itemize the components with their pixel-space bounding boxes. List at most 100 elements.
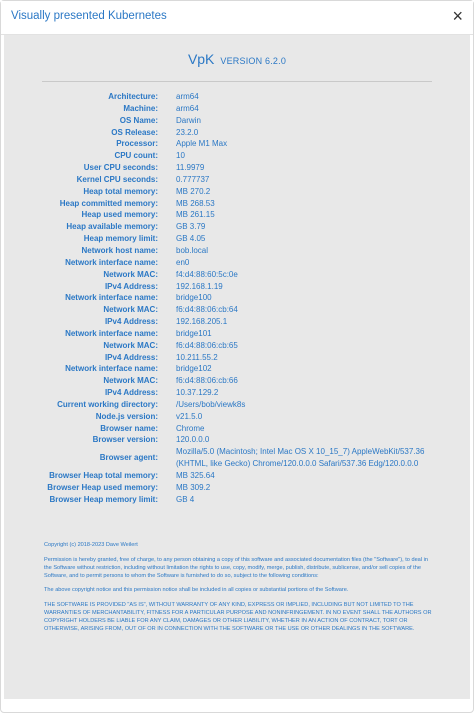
copyright-line: Copyright (c) 2018-2023 Dave Weilert	[44, 542, 138, 548]
info-row: Network MAC: f6:d4:88:06:cb:65	[4, 340, 470, 352]
info-value: bridge100	[176, 293, 212, 303]
notice-paragraph: The above copyright notice and this perm…	[44, 587, 349, 594]
info-label: Current working directory:	[57, 399, 158, 409]
info-row: CPU count: 10	[4, 150, 470, 162]
info-label: Network MAC:	[103, 376, 158, 386]
app-header: VpK VERSION 6.2.0	[4, 51, 470, 69]
info-value: MB 270.2	[176, 186, 211, 196]
app-version: VERSION 6.2.0	[220, 56, 287, 66]
info-value: Apple M1 Max	[176, 139, 228, 149]
info-label: Heap committed memory:	[59, 198, 158, 208]
info-row: OS Name: Darwin	[4, 115, 470, 127]
info-label: IPv4 Address:	[104, 388, 158, 398]
info-value: v21.5.0	[176, 411, 203, 421]
info-row: Network interface name: bridge102	[4, 363, 470, 375]
info-value: 120.0.0.0	[176, 435, 210, 445]
info-row: Heap memory limit: GB 4.05	[4, 233, 470, 245]
info-value: /Users/bob/viewk8s	[176, 399, 246, 409]
info-row: Network interface name: bridge101	[4, 328, 470, 340]
info-value: f4:d4:88:60:5c:0e	[176, 269, 238, 279]
info-label: IPv4 Address:	[104, 352, 158, 362]
info-label: Node.js version:	[95, 411, 158, 421]
info-value: arm64	[176, 103, 199, 113]
info-value: MB 268.53	[176, 198, 215, 208]
info-value: bridge102	[176, 364, 212, 374]
info-label: IPv4 Address:	[104, 317, 158, 327]
info-label: Browser Heap used memory:	[47, 482, 158, 492]
info-row: Browser name: Chrome	[4, 423, 470, 435]
info-label: Network MAC:	[103, 305, 158, 315]
info-row: Network MAC: f6:d4:88:06:cb:66	[4, 375, 470, 387]
info-label: Heap total memory:	[83, 186, 158, 196]
app-name: VpK	[187, 51, 215, 67]
info-label: IPv4 Address:	[104, 281, 158, 291]
info-value: MB 309.2	[176, 482, 211, 492]
header-divider	[42, 81, 432, 82]
info-value: f6:d4:88:06:cb:66	[176, 376, 238, 386]
info-value: f6:d4:88:06:cb:64	[176, 305, 238, 315]
info-value: 10	[176, 151, 185, 161]
info-value: MB 261.15	[176, 210, 215, 220]
info-row: Current working directory: /Users/bob/vie…	[4, 399, 470, 411]
info-label: Heap used memory:	[81, 210, 158, 220]
close-icon[interactable]: ×	[452, 7, 463, 25]
info-label: Heap memory limit:	[83, 234, 158, 244]
info-label: Network host name:	[81, 245, 158, 255]
warranty-paragraph: THE SOFTWARE IS PROVIDED "AS IS", WITHOU…	[44, 601, 432, 633]
info-label: Processor:	[116, 139, 158, 149]
info-row: IPv4 Address: 192.168.205.1	[4, 316, 470, 328]
info-label: Network interface name:	[65, 257, 158, 267]
info-row: Network MAC: f4:d4:88:60:5c:0e	[4, 269, 470, 281]
info-label: OS Release:	[111, 127, 158, 137]
info-row: Heap used memory: MB 261.15	[4, 209, 470, 221]
info-value: 10.211.55.2	[176, 352, 218, 362]
info-label: Network interface name:	[65, 293, 158, 303]
info-row: Network interface name: en0	[4, 257, 470, 269]
info-value: Darwin	[176, 115, 201, 125]
info-row: Machine: arm64	[4, 103, 470, 115]
info-value: f6:d4:88:06:cb:65	[176, 340, 238, 350]
info-row: User CPU seconds: 11.9979	[4, 162, 470, 174]
info-row: Network MAC: f6:d4:88:06:cb:64	[4, 304, 470, 316]
info-value: 192.168.1.19	[176, 281, 223, 291]
info-label: Browser Heap memory limit:	[49, 494, 158, 504]
info-row: Browser Heap memory limit: GB 4	[4, 494, 470, 506]
info-row: Kernel CPU seconds: 0.777737	[4, 174, 470, 186]
info-label: Network MAC:	[103, 269, 158, 279]
info-value: Mozilla/5.0 (Macintosh; Intel Mac OS X 1…	[176, 447, 425, 469]
info-row: Browser agent: Mozilla/5.0 (Macintosh; In…	[4, 446, 470, 470]
dialog-title: Visually presented Kubernetes	[11, 10, 167, 22]
info-row: Network interface name: bridge100	[4, 292, 470, 304]
info-row: IPv4 Address: 10.211.55.2	[4, 352, 470, 364]
info-label: Network interface name:	[65, 364, 158, 374]
about-panel: VpK VERSION 6.2.0 Architecture: arm64 Machi…	[4, 35, 470, 699]
info-row: Heap available memory: GB 3.79	[4, 221, 470, 233]
info-value: 11.9979	[176, 163, 205, 173]
info-value: GB 4	[176, 494, 195, 504]
info-label: User CPU seconds:	[83, 163, 158, 173]
info-value: 192.168.205.1	[176, 317, 228, 327]
info-value: bob.local	[176, 245, 209, 255]
about-dialog: Visually presented Kubernetes × VpK VERSI…	[0, 0, 474, 713]
system-info-list: Architecture: arm64 Machine: arm64 OS Name: D…	[4, 91, 470, 506]
info-label: Architecture:	[108, 92, 158, 101]
info-row: Node.js version: v21.5.0	[4, 411, 470, 423]
info-row: Heap total memory: MB 270.2	[4, 186, 470, 198]
info-label: Network MAC:	[103, 340, 158, 350]
info-value: GB 3.79	[176, 222, 206, 232]
info-value: en0	[176, 257, 190, 267]
info-label: Browser agent:	[99, 453, 158, 463]
info-label: Network interface name:	[65, 328, 158, 338]
info-label: Kernel CPU seconds:	[76, 174, 158, 184]
info-label: Browser name:	[100, 423, 158, 433]
info-row: Architecture: arm64	[4, 91, 470, 103]
info-row: Network host name: bob.local	[4, 245, 470, 257]
info-value: 10.37.129.2	[176, 388, 219, 398]
info-row: Browser Heap total memory: MB 325.64	[4, 470, 470, 482]
info-row: Heap committed memory: MB 268.53	[4, 198, 470, 210]
info-value: bridge101	[176, 328, 212, 338]
info-row: Processor: Apple M1 Max	[4, 138, 470, 150]
info-label: Browser Heap total memory:	[49, 471, 158, 480]
info-value: 0.777737	[176, 174, 210, 184]
info-row: Browser version: 120.0.0.0	[4, 434, 470, 446]
